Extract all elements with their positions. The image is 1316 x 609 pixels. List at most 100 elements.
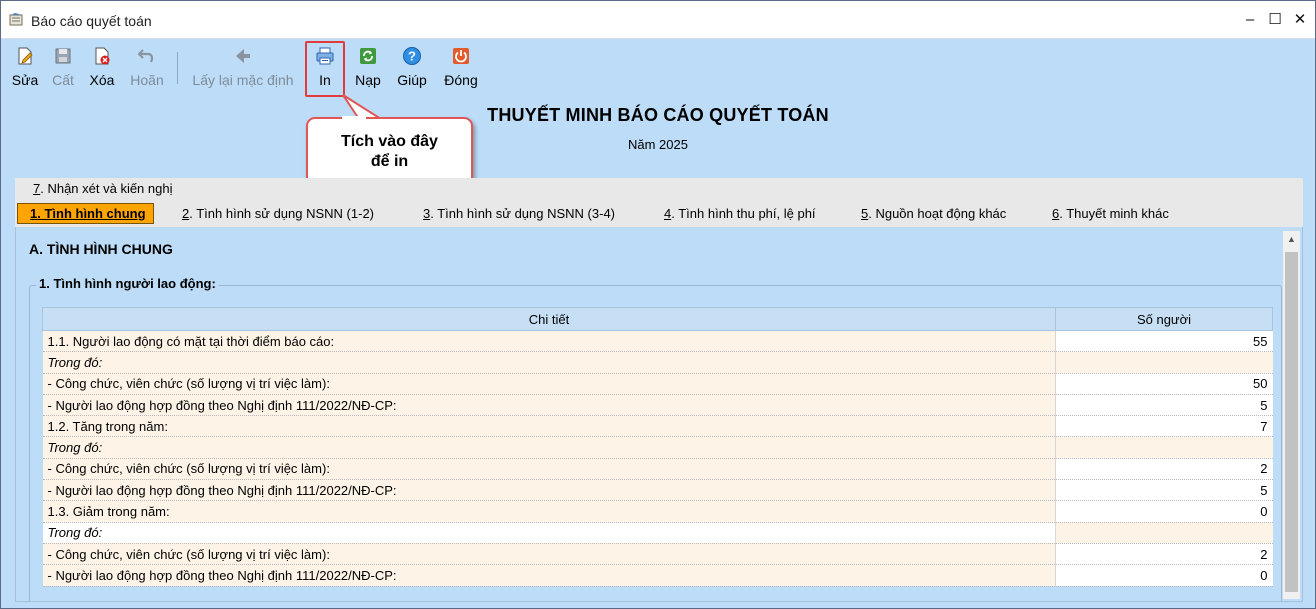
postpone-label: Hoãn xyxy=(130,72,164,88)
tab-general-situation[interactable]: 1. Tình hình chung xyxy=(17,203,154,224)
power-icon xyxy=(453,48,469,64)
table-row: 1.3. Giảm trong năm: 0 xyxy=(42,500,1273,523)
svg-text:?: ? xyxy=(408,49,416,64)
tab-other-notes[interactable]: 6. Thuyết minh khác xyxy=(1052,206,1169,221)
reload-button[interactable]: Nạp xyxy=(351,44,385,96)
window-title: Báo cáo quyết toán xyxy=(31,13,152,29)
row-label: 1.3. Giảm trong năm: xyxy=(42,500,1056,523)
table-row: - Người lao động hợp đồng theo Nghị định… xyxy=(42,479,1273,502)
tab-4-label: . Tình hình thu phí, lệ phí xyxy=(671,206,816,221)
tab-5-label: . Nguồn hoạt động khác xyxy=(868,206,1007,221)
row-value xyxy=(1055,522,1273,544)
table-row: 1.2. Tăng trong năm: 7 xyxy=(42,415,1273,438)
tab-3-label: . Tình hình sử dụng NSNN (3-4) xyxy=(430,206,616,221)
close-window-label: Đóng xyxy=(444,72,478,88)
table-row: - Công chức, viên chức (số lượng vị trí … xyxy=(42,373,1273,395)
header-detail: Chi tiết xyxy=(42,307,1056,331)
row-label: 1.2. Tăng trong năm: xyxy=(42,415,1056,438)
toolbar-separator xyxy=(177,52,178,84)
tab-nsnn-3-4[interactable]: 3. Tình hình sử dụng NSNN (3-4) xyxy=(423,206,615,221)
row-value[interactable]: 55 xyxy=(1055,330,1273,353)
tab-2-label: . Tình hình sử dụng NSNN (1-2) xyxy=(189,206,375,221)
callout-line-2: để in xyxy=(370,153,409,170)
tab-6-label: . Thuyết minh khác xyxy=(1059,206,1169,221)
delete-icon xyxy=(95,47,110,65)
toolbar: Sửa Cất Xóa Hoãn Lấy lại mặc định In Nạp… xyxy=(1,40,1315,98)
row-value xyxy=(1055,436,1273,459)
report-title: THUYẾT MINH BÁO CÁO QUYẾT TOÁN xyxy=(487,105,829,125)
reset-default-label: Lấy lại mặc định xyxy=(192,72,294,88)
row-label: - Người lao động hợp đồng theo Nghị định… xyxy=(42,564,1056,587)
report-year: Năm 2025 xyxy=(628,137,688,152)
table-header-row: Chi tiết Số người xyxy=(42,307,1273,331)
row-label: Trong đó: xyxy=(42,522,1056,544)
undo-icon xyxy=(137,49,154,63)
vertical-scrollbar[interactable]: ▲ xyxy=(1283,231,1300,599)
edit-icon xyxy=(18,47,33,65)
tab-1-label: . Tình hình chung xyxy=(37,206,146,221)
report-window: Báo cáo quyết toán – ☐ ✕ Sửa Cất Xóa Hoã… xyxy=(0,0,1316,609)
save-icon xyxy=(55,48,71,64)
help-label: Giúp xyxy=(397,72,427,88)
section-title: A. TÌNH HÌNH CHUNG xyxy=(29,241,173,257)
table-row: Trong đó: xyxy=(42,522,1273,544)
table-row: Trong đó: xyxy=(42,436,1273,459)
close-window-button[interactable]: Đóng xyxy=(439,44,483,96)
row-value[interactable]: 5 xyxy=(1055,394,1273,417)
row-value[interactable]: 2 xyxy=(1055,543,1273,566)
refresh-icon xyxy=(360,48,376,64)
labor-table: Chi tiết Số người 1.1. Người lao động có… xyxy=(42,307,1273,587)
edit-label: Sửa xyxy=(11,72,39,88)
tab-content: A. TÌNH HÌNH CHUNG 1. Tình hình người la… xyxy=(15,227,1303,602)
app-icon xyxy=(9,13,23,26)
print-highlight xyxy=(305,41,345,97)
help-icon: ? xyxy=(403,47,421,65)
groupbox-label: 1. Tình hình người lao động: xyxy=(36,276,219,291)
row-value xyxy=(1055,351,1273,374)
tab-7-label: . Nhận xét và kiến nghị xyxy=(40,181,173,196)
row-value[interactable]: 5 xyxy=(1055,479,1273,502)
edit-button[interactable]: Sửa xyxy=(7,44,43,96)
scrollbar-thumb[interactable] xyxy=(1285,252,1298,592)
tab-nsnn-1-2[interactable]: 2. Tình hình sử dụng NSNN (1-2) xyxy=(182,206,374,221)
close-button[interactable]: ✕ xyxy=(1291,11,1309,29)
row-value[interactable]: 0 xyxy=(1055,564,1273,587)
reload-label: Nạp xyxy=(355,72,381,88)
row-label: 1.1. Người lao động có mặt tại thời điểm… xyxy=(42,330,1056,353)
table-row: 1.1. Người lao động có mặt tại thời điểm… xyxy=(42,330,1273,353)
row-value[interactable]: 50 xyxy=(1055,373,1273,395)
tab-other-sources[interactable]: 5. Nguồn hoạt động khác xyxy=(861,206,1006,221)
delete-button[interactable]: Xóa xyxy=(85,44,119,96)
tab-fees-charges[interactable]: 4. Tình hình thu phí, lệ phí xyxy=(664,206,816,221)
row-label: - Người lao động hợp đồng theo Nghị định… xyxy=(42,394,1056,417)
row-label: Trong đó: xyxy=(42,351,1056,374)
save-button[interactable]: Cất xyxy=(47,44,79,96)
tab-comments-recommendations[interactable]: 7. Nhận xét và kiến nghị xyxy=(33,181,172,196)
row-label: - Người lao động hợp đồng theo Nghị định… xyxy=(42,479,1056,502)
row-label: - Công chức, viên chức (số lượng vị trí … xyxy=(42,373,1056,395)
postpone-button[interactable]: Hoãn xyxy=(125,44,169,96)
minimize-button[interactable]: – xyxy=(1241,11,1259,29)
row-value[interactable]: 2 xyxy=(1055,458,1273,481)
row-label: - Công chức, viên chức (số lượng vị trí … xyxy=(42,458,1056,481)
row-label: - Công chức, viên chức (số lượng vị trí … xyxy=(42,543,1056,566)
row-value[interactable]: 7 xyxy=(1055,415,1273,438)
maximize-button[interactable]: ☐ xyxy=(1266,11,1284,29)
table-row: - Công chức, viên chức (số lượng vị trí … xyxy=(42,543,1273,566)
row-label: Trong đó: xyxy=(42,436,1056,459)
tab-strip: 7. Nhận xét và kiến nghị 1. Tình hình ch… xyxy=(15,178,1303,228)
scroll-up-arrow-icon[interactable]: ▲ xyxy=(1283,231,1300,248)
print-callout: Tích vào đây để in xyxy=(306,117,473,187)
header-count: Số người xyxy=(1055,307,1273,331)
table-row: Trong đó: xyxy=(42,351,1273,374)
reset-default-button[interactable]: Lấy lại mặc định xyxy=(187,44,299,96)
table-row: - Người lao động hợp đồng theo Nghị định… xyxy=(42,564,1273,587)
title-bar: Báo cáo quyết toán – ☐ ✕ xyxy=(1,1,1315,39)
delete-label: Xóa xyxy=(89,72,115,88)
save-label: Cất xyxy=(52,72,74,88)
reset-default-icon xyxy=(236,49,250,63)
row-value[interactable]: 0 xyxy=(1055,500,1273,523)
table-row: - Người lao động hợp đồng theo Nghị định… xyxy=(42,394,1273,417)
help-button[interactable]: ? Giúp xyxy=(393,44,431,96)
table-row: - Công chức, viên chức (số lượng vị trí … xyxy=(42,458,1273,481)
